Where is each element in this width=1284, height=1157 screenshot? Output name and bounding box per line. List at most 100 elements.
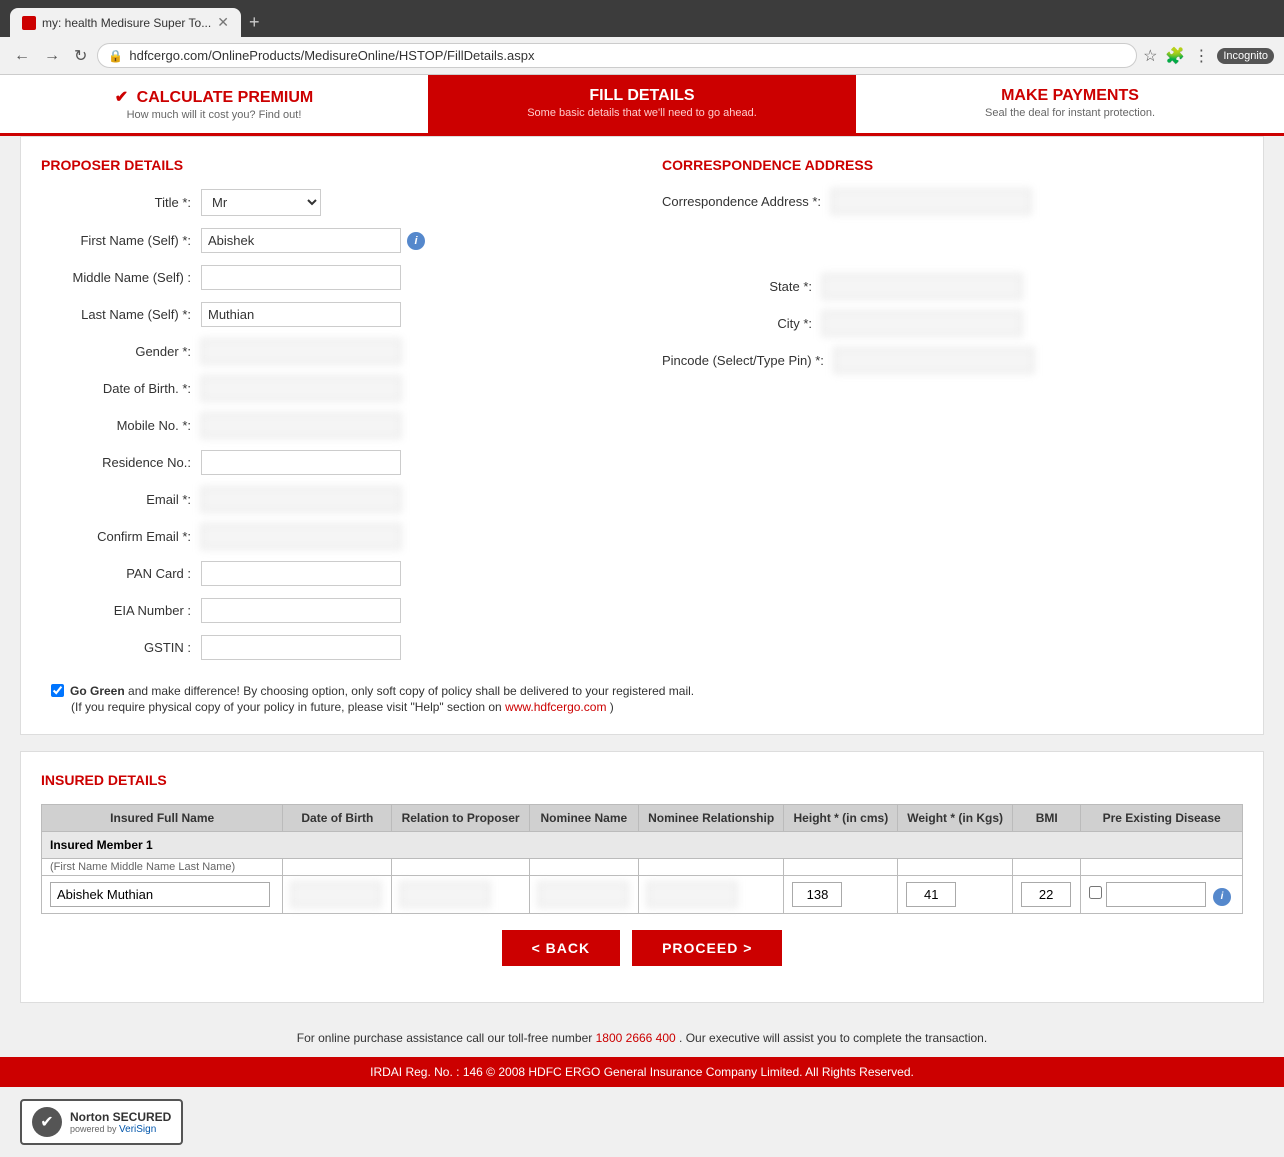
weight-data-cell [898, 876, 1013, 914]
confirm-email-row: Confirm Email *: [41, 524, 622, 549]
nominee-rel-cell [638, 859, 784, 876]
middle-name-input[interactable] [201, 265, 401, 290]
relation-data-cell [392, 876, 530, 914]
step-payment: MAKE PAYMENTS Seal the deal for instant … [856, 75, 1284, 133]
first-name-info-icon[interactable]: i [407, 232, 425, 250]
disease-help-icon[interactable]: i [1213, 888, 1231, 906]
residence-label: Residence No.: [41, 455, 201, 470]
pan-input[interactable] [201, 561, 401, 586]
step-calculate: ✔ CALCULATE PREMIUM How much will it cos… [0, 75, 428, 133]
calculate-step-subtitle: How much will it cost you? Find out! [16, 109, 412, 121]
bookmark-icon[interactable]: ☆ [1143, 46, 1157, 66]
mobile-input[interactable] [201, 413, 401, 438]
go-green-label: Go Green and make difference! By choosin… [51, 684, 1243, 698]
step-fill: FILL DETAILS Some basic details that we'… [428, 75, 856, 133]
gender-row: Gender *: [41, 339, 622, 364]
col-dob: Date of Birth [283, 805, 392, 832]
pincode-label: Pincode (Select/Type Pin) *: [662, 353, 834, 368]
height-input[interactable] [792, 882, 842, 907]
email-label: Email *: [41, 492, 201, 507]
relation-cell [392, 859, 530, 876]
address-bar[interactable]: 🔒 hdfcergo.com/OnlineProducts/MedisureOn… [97, 43, 1137, 68]
pincode-input[interactable] [834, 348, 1034, 373]
new-tab-button[interactable]: + [241, 8, 268, 37]
city-input[interactable] [822, 311, 1022, 336]
relation-input[interactable] [400, 882, 490, 907]
go-green-section: Go Green and make difference! By choosin… [41, 684, 1243, 714]
browser-tabs: my: health Medisure Super To... ✕ + [10, 8, 1274, 37]
go-green-note: (If you require physical copy of your po… [51, 700, 1243, 714]
nominee-data-cell [529, 876, 638, 914]
first-name-input[interactable] [201, 228, 401, 253]
first-name-row: First Name (Self) *: i [41, 228, 622, 253]
nominee-rel-input[interactable] [647, 882, 737, 907]
browser-chrome: my: health Medisure Super To... ✕ + [0, 0, 1284, 37]
gstin-input[interactable] [201, 635, 401, 660]
title-select[interactable]: Mr Mrs Ms Dr [201, 189, 321, 216]
member-label: Insured Member 1 [42, 832, 1243, 859]
col-disease: Pre Existing Disease [1081, 805, 1243, 832]
bmi-input[interactable] [1021, 882, 1071, 907]
insured-header: INSURED DETAILS [41, 772, 1243, 788]
state-input[interactable] [822, 274, 1022, 299]
insured-table: Insured Full Name Date of Birth Relation… [41, 804, 1243, 914]
col-weight: Weight * (in Kgs) [898, 805, 1013, 832]
proceed-button[interactable]: PROCEED > [632, 930, 782, 966]
payment-step-title: MAKE PAYMENTS [872, 87, 1268, 105]
norton-powered-text: powered by VeriSign [70, 1124, 171, 1135]
proposer-form-container: PROPOSER DETAILS Title *: Mr Mrs Ms Dr F… [20, 136, 1264, 735]
dob-data-cell [283, 876, 392, 914]
extensions-icon[interactable]: 🧩 [1165, 46, 1185, 66]
go-green-checkbox[interactable] [51, 684, 64, 697]
residence-input[interactable] [201, 450, 401, 475]
eia-input[interactable] [201, 598, 401, 623]
last-name-label: Last Name (Self) *: [41, 307, 201, 322]
weight-input[interactable] [906, 882, 956, 907]
disease-input[interactable] [1106, 882, 1206, 907]
reload-button[interactable]: ↻ [70, 44, 91, 68]
hdfcergo-link[interactable]: www.hdfcergo.com [505, 700, 606, 714]
forward-nav-button[interactable]: → [40, 45, 64, 67]
disease-checkbox[interactable] [1089, 886, 1102, 899]
phone-link[interactable]: 1800 2666 400 [596, 1031, 676, 1045]
last-name-row: Last Name (Self) *: [41, 302, 622, 327]
middle-name-label: Middle Name (Self) : [41, 270, 201, 285]
norton-section: ✔ Norton SECURED powered by VeriSign [0, 1087, 1284, 1157]
tab-close-button[interactable]: ✕ [217, 14, 229, 31]
check-icon: ✔ [115, 89, 128, 106]
member-name-cell [42, 876, 283, 914]
first-name-label: First Name (Self) *: [41, 233, 201, 248]
footer-assistance: For online purchase assistance call our … [0, 1019, 1284, 1057]
incognito-badge: Incognito [1217, 48, 1274, 64]
member-dob-input[interactable] [291, 882, 381, 907]
payment-step-subtitle: Seal the deal for instant protection. [872, 107, 1268, 119]
bmi-data-cell [1013, 876, 1081, 914]
toolbar-icons: ☆ 🧩 ⋮ Incognito [1143, 46, 1274, 66]
proposer-header: PROPOSER DETAILS [41, 157, 622, 173]
address-input[interactable] [831, 189, 1031, 214]
dob-cell [283, 859, 392, 876]
menu-icon[interactable]: ⋮ [1193, 46, 1209, 66]
confirm-email-input[interactable] [201, 524, 401, 549]
height-cell-blank [784, 859, 898, 876]
member-name-input[interactable] [50, 882, 270, 907]
back-button[interactable]: < BACK [502, 930, 621, 966]
browser-tab-active[interactable]: my: health Medisure Super To... ✕ [10, 8, 241, 37]
url-text: hdfcergo.com/OnlineProducts/MedisureOnli… [129, 48, 1126, 63]
state-row: State *: [662, 274, 1243, 299]
norton-badge: ✔ Norton SECURED powered by VeriSign [20, 1099, 183, 1145]
member-data-row: i [42, 876, 1243, 914]
gender-input[interactable] [201, 339, 401, 364]
back-nav-button[interactable]: ← [10, 45, 34, 67]
browser-toolbar: ← → ↻ 🔒 hdfcergo.com/OnlineProducts/Medi… [0, 37, 1284, 75]
sub-labels-row: (First Name Middle Name Last Name) [42, 859, 1243, 876]
go-green-bold: Go Green [70, 684, 125, 698]
footer-irdai: IRDAI Reg. No. : 146 © 2008 HDFC ERGO Ge… [0, 1057, 1284, 1087]
dob-label: Date of Birth. *: [41, 381, 201, 396]
nominee-name-input[interactable] [538, 882, 628, 907]
dob-input[interactable] [201, 376, 401, 401]
col-nominee-name: Nominee Name [529, 805, 638, 832]
email-input[interactable] [201, 487, 401, 512]
last-name-input[interactable] [201, 302, 401, 327]
city-label: City *: [662, 316, 822, 331]
